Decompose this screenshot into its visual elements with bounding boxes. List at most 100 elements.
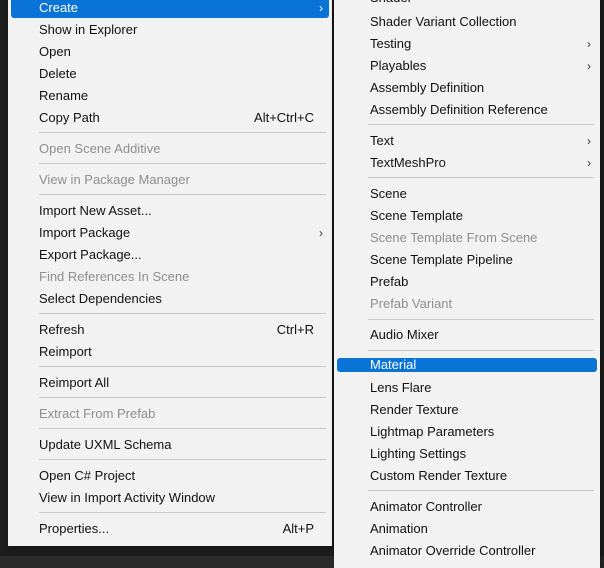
menu-item-shader[interactable]: Shader — [337, 0, 597, 8]
menu-item-lightmap-parameters[interactable]: Lightmap Parameters — [337, 422, 597, 442]
menu-item-assembly-definition[interactable]: Assembly Definition — [337, 78, 597, 98]
menu-item-label: Reimport — [39, 344, 92, 359]
menu-item-custom-render-texture[interactable]: Custom Render Texture — [337, 466, 597, 486]
menu-item-label: Assembly Definition — [370, 80, 485, 95]
menu-separator — [39, 428, 326, 429]
menu-item-label: Open — [39, 44, 71, 59]
menu-item-open[interactable]: Open — [11, 42, 329, 62]
chevron-right-icon: › — [587, 134, 591, 148]
menu-item-create[interactable]: Create › — [11, 0, 329, 18]
menu-separator — [368, 177, 594, 178]
menu-item-open-scene-additive[interactable]: Open Scene Additive — [11, 139, 329, 159]
menu-item-label: Animation — [370, 521, 428, 536]
menu-item-label: Refresh — [39, 322, 85, 337]
chevron-right-icon: › — [587, 156, 591, 170]
menu-separator — [39, 313, 326, 314]
menu-item-lighting-settings[interactable]: Lighting Settings — [337, 444, 597, 464]
menu-item-view-in-import-activity-window[interactable]: View in Import Activity Window — [11, 488, 329, 508]
menu-item-label: Material — [370, 357, 417, 372]
menu-item-scene-template[interactable]: Scene Template — [337, 206, 597, 226]
menu-item-label: Playables — [370, 58, 427, 73]
menu-item-label: Import Package — [39, 225, 131, 240]
menu-item-import-new-asset[interactable]: Import New Asset... — [11, 201, 329, 221]
menu-item-find-references-in-scene[interactable]: Find References In Scene — [11, 267, 329, 287]
menu-item-label: Shader Variant Collection — [370, 14, 517, 29]
menu-item-animation[interactable]: Animation — [337, 519, 597, 539]
create-submenu: Shader Shader Variant Collection Testing… — [334, 0, 600, 568]
menu-item-properties[interactable]: Properties... Alt+P — [11, 519, 329, 539]
chevron-right-icon: › — [587, 37, 591, 51]
menu-item-label: Import New Asset... — [39, 203, 152, 218]
menu-item-label: Properties... — [39, 521, 110, 536]
menu-item-select-dependencies[interactable]: Select Dependencies — [11, 289, 329, 309]
menu-item-shortcut: Alt+P — [282, 521, 314, 536]
menu-item-label: Open Scene Additive — [39, 141, 161, 156]
menu-item-render-texture[interactable]: Render Texture — [337, 400, 597, 420]
menu-item-label: Lighting Settings — [370, 446, 467, 461]
menu-item-show-in-explorer[interactable]: Show in Explorer — [11, 20, 329, 40]
menu-item-shortcut: Alt+Ctrl+C — [254, 110, 314, 125]
menu-item-label: Find References In Scene — [39, 269, 190, 284]
menu-item-label: Show in Explorer — [39, 22, 138, 37]
menu-item-assembly-definition-reference[interactable]: Assembly Definition Reference — [337, 100, 597, 120]
menu-item-label: Text — [370, 133, 394, 148]
menu-item-shader-variant-collection[interactable]: Shader Variant Collection — [337, 12, 597, 32]
menu-item-textmeshpro[interactable]: TextMeshPro › — [337, 153, 597, 173]
chevron-right-icon: › — [319, 226, 323, 240]
menu-item-label: Delete — [39, 66, 77, 81]
menu-item-scene-template-from-scene[interactable]: Scene Template From Scene — [337, 228, 597, 248]
menu-item-label: Assembly Definition Reference — [370, 102, 548, 117]
menu-item-refresh[interactable]: Refresh Ctrl+R — [11, 320, 329, 340]
menu-item-export-package[interactable]: Export Package... — [11, 245, 329, 265]
menu-item-material[interactable]: Material — [337, 358, 597, 372]
menu-item-label: Extract From Prefab — [39, 406, 156, 421]
menu-item-label: Export Package... — [39, 247, 142, 262]
menu-item-prefab[interactable]: Prefab — [337, 272, 597, 292]
menu-item-label: Select Dependencies — [39, 291, 162, 306]
menu-item-label: Open C# Project — [39, 468, 136, 483]
menu-separator — [39, 366, 326, 367]
menu-item-import-package[interactable]: Import Package › — [11, 223, 329, 243]
chevron-right-icon: › — [587, 59, 591, 73]
menu-separator — [368, 319, 594, 320]
menu-item-reimport-all[interactable]: Reimport All — [11, 373, 329, 393]
menu-separator — [368, 124, 594, 125]
menu-item-scene[interactable]: Scene — [337, 184, 597, 204]
menu-item-shortcut: Ctrl+R — [276, 322, 314, 337]
menu-item-animator-controller[interactable]: Animator Controller — [337, 497, 597, 517]
menu-item-lens-flare[interactable]: Lens Flare — [337, 378, 597, 398]
menu-item-delete[interactable]: Delete — [11, 64, 329, 84]
menu-item-label: Scene Template — [370, 208, 463, 223]
menu-item-label: Prefab Variant — [370, 296, 453, 311]
menu-item-open-csharp-project[interactable]: Open C# Project — [11, 466, 329, 486]
menu-item-copy-path[interactable]: Copy Path Alt+Ctrl+C — [11, 108, 329, 128]
menu-item-label: Custom Render Texture — [370, 468, 508, 483]
menu-item-label: Animator Override Controller — [370, 543, 536, 558]
menu-item-reimport[interactable]: Reimport — [11, 342, 329, 362]
menu-item-label: View in Import Activity Window — [39, 490, 216, 505]
menu-item-prefab-variant[interactable]: Prefab Variant — [337, 294, 597, 314]
menu-item-testing[interactable]: Testing › — [337, 34, 597, 54]
menu-item-view-in-package-manager[interactable]: View in Package Manager — [11, 170, 329, 190]
menu-item-scene-template-pipeline[interactable]: Scene Template Pipeline — [337, 250, 597, 270]
menu-separator — [39, 163, 326, 164]
menu-item-label: View in Package Manager — [39, 172, 190, 187]
menu-item-label: Testing — [370, 36, 412, 51]
menu-item-text[interactable]: Text › — [337, 131, 597, 151]
menu-item-rename[interactable]: Rename — [11, 86, 329, 106]
menu-item-label: Scene — [370, 186, 407, 201]
menu-item-extract-from-prefab[interactable]: Extract From Prefab — [11, 404, 329, 424]
menu-separator — [39, 459, 326, 460]
menu-item-label: Shader — [370, 0, 412, 8]
menu-separator — [368, 350, 594, 351]
menu-item-animator-override-controller[interactable]: Animator Override Controller — [337, 541, 597, 561]
menu-item-playables[interactable]: Playables › — [337, 56, 597, 76]
menu-item-label: TextMeshPro — [370, 155, 446, 170]
menu-separator — [368, 490, 594, 491]
menu-item-update-uxml-schema[interactable]: Update UXML Schema — [11, 435, 329, 455]
menu-item-label: Lightmap Parameters — [370, 424, 495, 439]
menu-item-label: Prefab — [370, 274, 409, 289]
menu-item-audio-mixer[interactable]: Audio Mixer — [337, 325, 597, 345]
menu-item-label: Reimport All — [39, 375, 110, 390]
menu-separator — [39, 132, 326, 133]
